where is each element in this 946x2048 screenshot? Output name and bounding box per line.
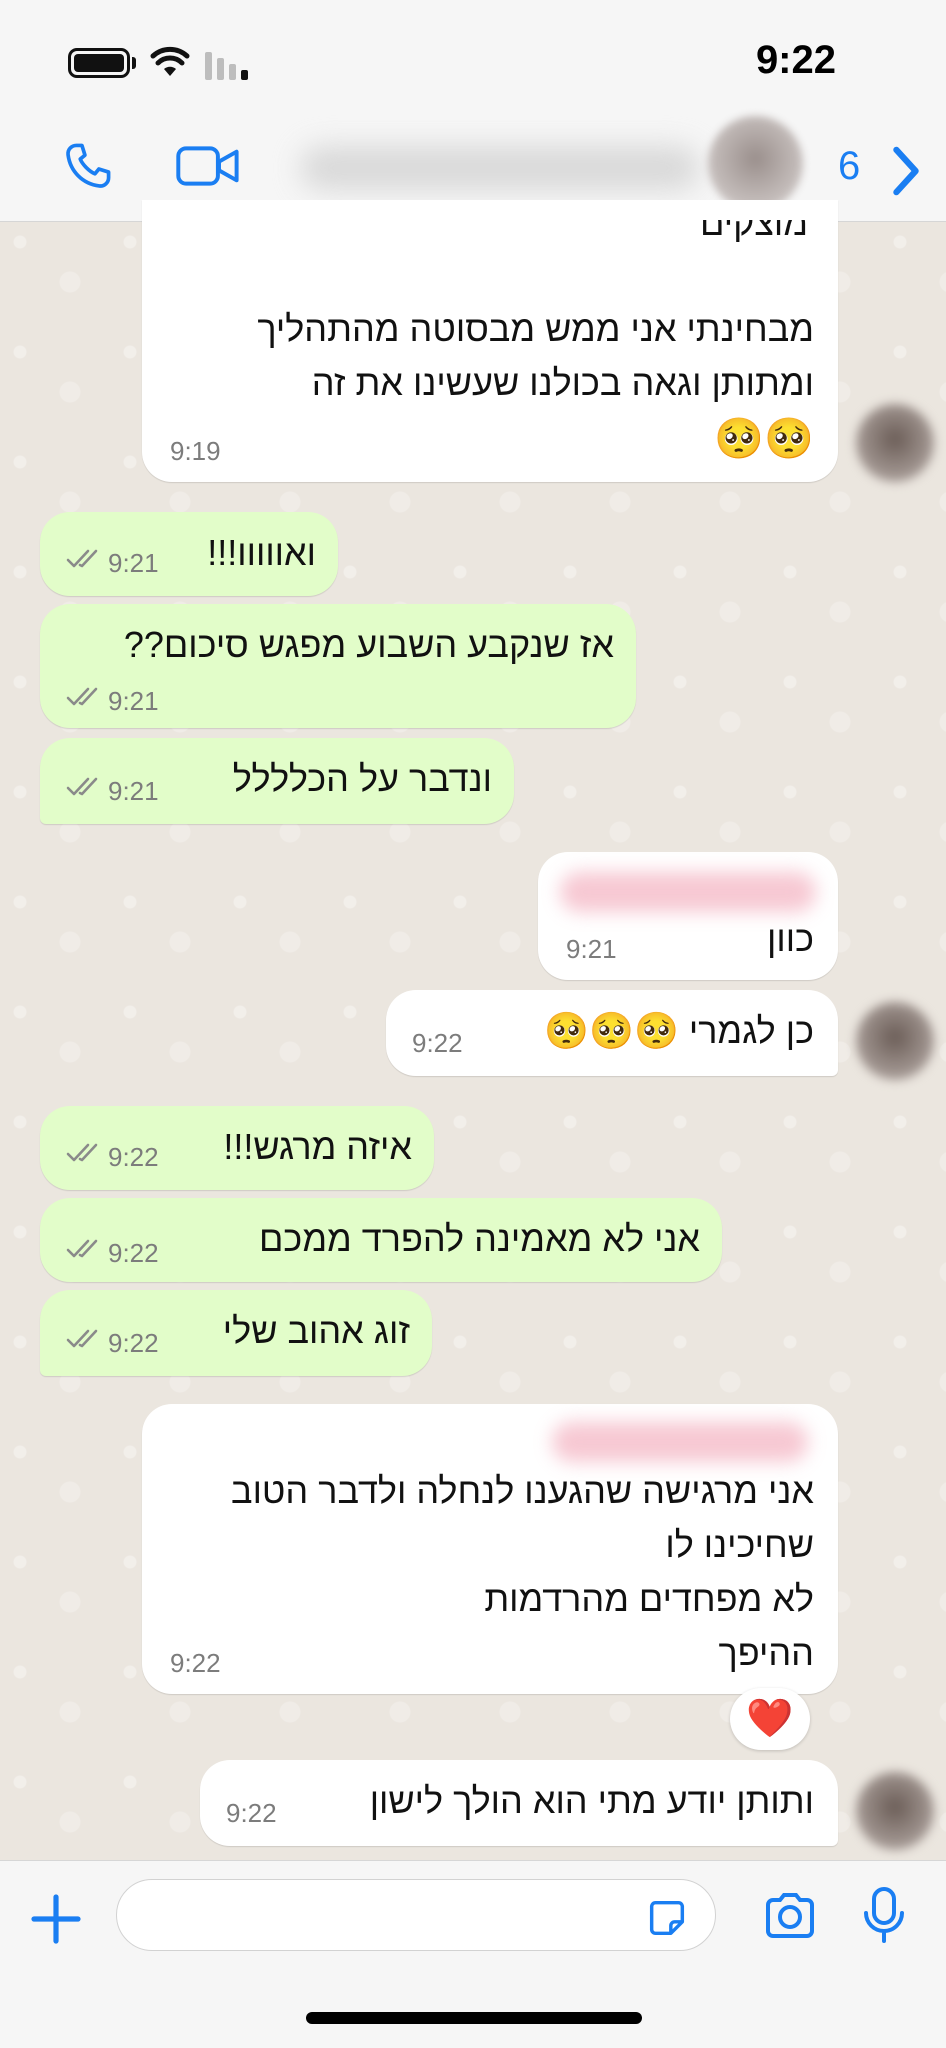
message-bubble-outgoing[interactable]: ונדבר על הכלללל 9:21 — [40, 738, 514, 824]
message-text: ואווווו!!! — [207, 532, 316, 573]
message-line: מבחינתי אני ממש מבסוטה מהתהליך — [257, 308, 814, 349]
message-text: ותותן יודע מתי הוא הולך לישון — [369, 1780, 814, 1821]
message-line: שחיכינו לו — [665, 1524, 814, 1565]
contact-name-blurred[interactable] — [300, 146, 700, 190]
call-icon[interactable] — [62, 140, 114, 192]
read-ticks-icon — [66, 1329, 98, 1348]
cellular-signal-icon — [205, 52, 248, 80]
message-time: 9:21 — [108, 548, 159, 578]
sticker-icon[interactable] — [644, 1895, 690, 1941]
message-time: 9:22 — [108, 1328, 159, 1358]
sender-name-blurred — [552, 1422, 808, 1462]
message-bubble-outgoing[interactable]: זוג אהוב שלי 9:22 — [40, 1290, 432, 1376]
sender-avatar[interactable] — [856, 404, 934, 482]
message-time: 9:21 — [566, 934, 617, 964]
message-time: 9:21 — [108, 776, 159, 806]
message-line: לא מפחדים מהרדמות — [484, 1578, 814, 1619]
home-indicator — [306, 2012, 642, 2024]
message-time: 9:22 — [226, 1798, 277, 1828]
message-bubble-incoming[interactable]: כוון 9:21 — [538, 852, 838, 980]
message-bubble-incoming[interactable]: מוצקים מבחינתי אני ממש מבסוטה מהתהליך ומ… — [142, 200, 838, 482]
plus-icon[interactable] — [28, 1891, 84, 1947]
video-call-icon[interactable] — [175, 140, 241, 192]
message-time: 9:19 — [170, 436, 221, 466]
sender-name-blurred — [560, 872, 816, 912]
message-line: ומתותן וגאה בכולנו שעשינו את זה — [311, 362, 814, 403]
status-time: 9:22 — [755, 38, 836, 82]
heart-reaction[interactable]: ❤️ — [730, 1688, 810, 1750]
message-input[interactable] — [116, 1879, 716, 1951]
read-ticks-icon — [66, 1239, 98, 1258]
read-ticks-icon — [66, 549, 98, 568]
message-time: 9:22 — [108, 1142, 159, 1172]
read-ticks-icon — [66, 1143, 98, 1162]
battery-icon — [68, 48, 130, 78]
message-time: 9:22 — [170, 1648, 221, 1678]
wifi-icon — [150, 46, 190, 76]
message-line: ההיפך — [718, 1632, 814, 1673]
message-bubble-incoming[interactable]: ותותן יודע מתי הוא הולך לישון 9:22 — [200, 1760, 838, 1846]
status-bar: 9:22 — [0, 0, 946, 110]
message-text: ונדבר על הכלללל — [232, 758, 492, 799]
read-ticks-icon — [66, 687, 98, 706]
unread-count[interactable]: 6 — [838, 144, 860, 189]
message-time: 9:22 — [412, 1028, 463, 1058]
message-text: אני לא מאמינה להפרד ממכם — [259, 1218, 700, 1259]
message-bubble-outgoing[interactable]: ואווווו!!! 9:21 — [40, 512, 338, 596]
camera-icon[interactable] — [762, 1891, 818, 1941]
message-text: זוג אהוב שלי — [222, 1310, 410, 1351]
message-line: אני מרגישה שהגענו לנחלה ולדבר הטוב — [231, 1470, 814, 1511]
read-ticks-icon — [66, 777, 98, 796]
message-text: כוון — [767, 918, 814, 959]
message-bubble-outgoing[interactable]: איזה מרגש!!! 9:22 — [40, 1106, 434, 1190]
message-bubble-incoming[interactable]: כן לגמרי 🥺🥺🥺 9:22 — [386, 990, 838, 1076]
message-text: כן לגמרי 🥺🥺🥺 — [544, 1010, 814, 1051]
sender-avatar[interactable] — [856, 1002, 934, 1080]
message-bubble-incoming[interactable]: אני מרגישה שהגענו לנחלה ולדבר הטוב שחיכי… — [142, 1404, 838, 1694]
message-emoji: 🥺🥺 — [714, 416, 814, 462]
message-text: אז שנקבע השבוע מפגש סיכום?? — [123, 624, 614, 665]
message-time: 9:21 — [108, 686, 159, 716]
sender-avatar[interactable] — [856, 1772, 934, 1850]
contact-avatar[interactable] — [708, 116, 803, 211]
message-line: מוצקים — [700, 202, 808, 243]
message-text: איזה מרגש!!! — [223, 1126, 412, 1167]
message-bubble-outgoing[interactable]: אני לא מאמינה להפרד ממכם 9:22 — [40, 1198, 722, 1282]
chevron-right-icon[interactable] — [888, 144, 924, 198]
message-bubble-outgoing[interactable]: אז שנקבע השבוע מפגש סיכום?? 9:21 — [40, 604, 636, 728]
message-time: 9:22 — [108, 1238, 159, 1268]
microphone-icon[interactable] — [862, 1885, 906, 1945]
